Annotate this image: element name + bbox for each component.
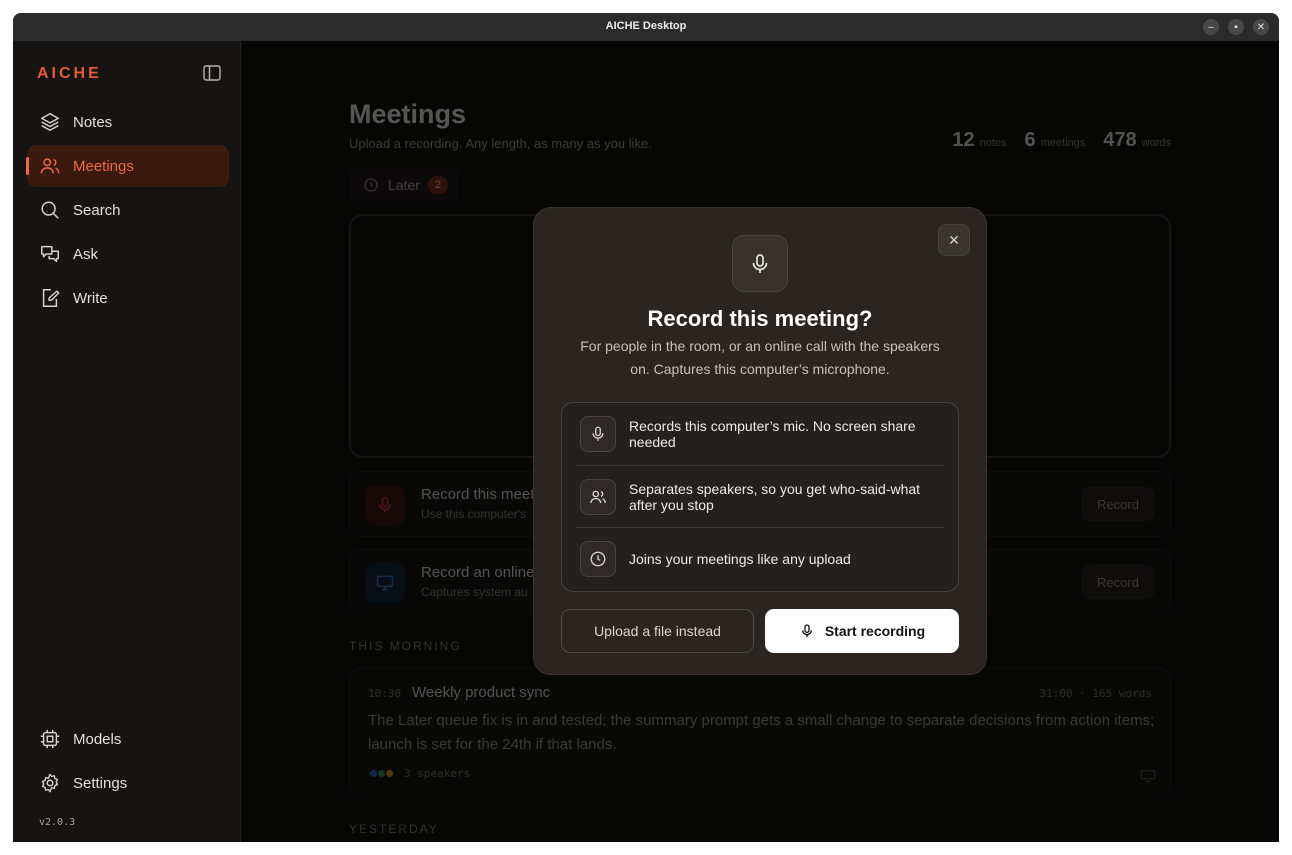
close-icon[interactable]: ✕ [938, 224, 970, 256]
sidebar-toggle-icon[interactable] [203, 65, 221, 81]
sidebar-item-label: Models [73, 730, 122, 748]
chip-icon [40, 729, 60, 749]
upload-file-button[interactable]: Upload a file instead [561, 609, 754, 653]
clock-icon [580, 540, 616, 577]
dialog-title: Record this meeting? [647, 306, 873, 331]
feature-list: Records this computer’s mic. No screen s… [561, 402, 959, 592]
window-title: AICHE Desktop [605, 20, 687, 32]
layers-icon [41, 113, 59, 131]
maximize-button[interactable]: ▪ [1228, 19, 1244, 35]
sidebar-item-label: Search [73, 201, 121, 219]
mic-icon [732, 235, 788, 292]
feature-item: Separates speakers, so you get who-said-… [576, 465, 944, 527]
chat-icon [41, 245, 59, 263]
sidebar-item-settings[interactable]: Settings [27, 762, 229, 804]
sidebar-item-models[interactable]: Models [27, 718, 229, 760]
feature-item: Joins your meetings like any upload [576, 527, 944, 589]
gear-icon [41, 773, 59, 793]
sidebar-item-write[interactable]: Write [27, 277, 229, 319]
window-close-button[interactable]: ✕ [1253, 19, 1269, 35]
start-recording-button[interactable]: Start recording [765, 609, 959, 653]
mic-icon [801, 624, 812, 637]
sidebar-item-label: Ask [73, 245, 99, 263]
record-meeting-dialog: ✕ Record this meeting? For people in the… [533, 207, 987, 675]
feature-text: Records this computer’s mic. No screen s… [629, 418, 916, 450]
edit-icon [42, 289, 60, 307]
minimize-button[interactable]: – [1203, 19, 1219, 35]
sidebar-item-label: Write [73, 289, 108, 307]
sidebar-item-notes[interactable]: Notes [27, 101, 229, 143]
search-icon [41, 201, 59, 219]
feature-text: Separates speakers, so you get who-said-… [629, 480, 921, 513]
users-icon [40, 158, 60, 174]
app-window: AICHE Desktop – ▪ ✕ AICHE Notes Meetings… [13, 13, 1279, 842]
sidebar-item-label: Settings [73, 774, 128, 792]
sidebar-item-meetings[interactable]: Meetings [26, 145, 229, 187]
sidebar-item-ask[interactable]: Ask [27, 233, 229, 275]
users-icon [580, 478, 616, 515]
start-recording-label: Start recording [824, 623, 926, 639]
sidebar-item-label: Notes [73, 113, 113, 131]
mic-icon [580, 416, 616, 452]
sidebar: AICHE Notes Meetings Search Ask Write Mo… [13, 41, 241, 842]
sidebar-item-search[interactable]: Search [27, 189, 229, 231]
feature-item: Records this computer’s mic. No screen s… [576, 403, 944, 465]
dialog-description: For people in the room, or an online cal… [580, 338, 940, 377]
app-version: v2.0.3 [39, 817, 76, 828]
feature-text: Joins your meetings like any upload [629, 550, 851, 567]
title-bar: AICHE Desktop – ▪ ✕ [13, 13, 1279, 41]
sidebar-item-label: Meetings [73, 157, 134, 175]
app-logo: AICHE [37, 65, 102, 82]
